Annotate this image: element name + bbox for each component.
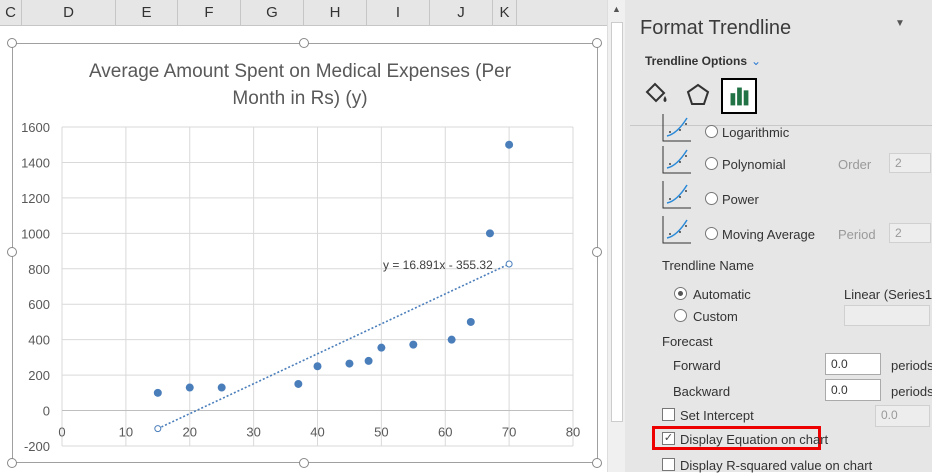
backward-label: Backward (673, 384, 731, 399)
resize-handle[interactable] (7, 458, 17, 468)
trend-param-label: Order (838, 157, 872, 172)
display-r-squared-checkbox[interactable] (662, 458, 675, 471)
chevron-down-icon: ⌄ (751, 54, 762, 68)
resize-handle[interactable] (592, 247, 602, 257)
trendline-options-bar-chart-icon[interactable] (721, 78, 757, 114)
column-header-C[interactable]: C (0, 0, 22, 26)
intercept-input[interactable]: 0.0 (875, 405, 930, 427)
forward-label: Forward (673, 358, 721, 373)
backward-periods-label: periods (891, 384, 932, 399)
trend-type-label: Moving Average (722, 227, 815, 242)
resize-handle[interactable] (7, 38, 17, 48)
trend-param-spinner[interactable]: 2 (889, 223, 931, 243)
scroll-thumb[interactable] (611, 22, 623, 422)
forecast-label: Forecast (662, 334, 713, 349)
scroll-up-icon[interactable]: ▲ (608, 0, 625, 18)
column-header-F[interactable]: F (178, 0, 241, 26)
options-label: Trendline Options (645, 54, 748, 68)
power-trend-icon (662, 181, 691, 209)
display-equation-label: Display Equation on chart (680, 432, 829, 447)
column-header-G[interactable]: G (241, 0, 304, 26)
effects-pentagon-icon[interactable] (681, 78, 715, 112)
forward-input[interactable]: 0.0 (825, 353, 881, 375)
resize-handle[interactable] (592, 458, 602, 468)
automatic-label: Automatic (693, 287, 751, 302)
forward-periods-label: periods (891, 358, 932, 373)
set-intercept-label: Set Intercept (680, 408, 754, 423)
trend-type-radio[interactable] (705, 125, 718, 138)
resize-handle[interactable] (299, 458, 309, 468)
polynomial-trend-icon (662, 146, 691, 174)
custom-label: Custom (693, 309, 738, 324)
resize-handle[interactable] (299, 38, 309, 48)
display-r-squared-label: Display R-squared value on chart (680, 458, 873, 473)
trend-type-label: Power (722, 192, 759, 207)
spreadsheet: CDEFGHIJK Average Amount Spent on Medica… (0, 0, 607, 472)
backward-input[interactable]: 0.0 (825, 379, 881, 401)
column-header-I[interactable]: I (367, 0, 430, 26)
automatic-radio[interactable] (674, 287, 687, 300)
set-intercept-checkbox[interactable] (662, 408, 675, 421)
trendline-options-dropdown[interactable]: Trendline Options ⌄ (645, 54, 761, 68)
trend-type-radio[interactable] (705, 192, 718, 205)
moving-average-trend-icon (662, 216, 691, 244)
format-trendline-pane: Format Trendline ▼ Trendline Options ⌄ Lo… (625, 0, 932, 473)
trend-type-label: Polynomial (722, 157, 786, 172)
custom-radio[interactable] (674, 309, 687, 322)
pane-title: Format Trendline (640, 17, 792, 39)
pane-menu-icon[interactable]: ▼ (895, 18, 905, 29)
resize-handle[interactable] (7, 247, 17, 257)
column-header-K[interactable]: K (493, 0, 517, 26)
column-headers: CDEFGHIJK (0, 0, 607, 26)
column-header-H[interactable]: H (304, 0, 367, 26)
trend-type-label: Logarithmic (722, 125, 790, 140)
trend-type-radio[interactable] (705, 157, 718, 170)
column-header-D[interactable]: D (22, 0, 116, 26)
column-header-E[interactable]: E (116, 0, 178, 26)
display-equation-checkbox[interactable]: ✓ (662, 432, 675, 445)
fill-line-icon[interactable] (639, 78, 673, 112)
trend-param-label: Period (838, 227, 876, 242)
trend-type-radio[interactable] (705, 227, 718, 240)
trendline-name-label: Trendline Name (662, 258, 755, 273)
logarithmic-trend-icon (662, 114, 691, 142)
vertical-scrollbar[interactable]: ▲ (607, 0, 625, 472)
automatic-name-value: Linear (Series1) (844, 287, 932, 302)
column-header-J[interactable]: J (430, 0, 493, 26)
custom-name-input[interactable] (844, 305, 930, 326)
resize-handle[interactable] (592, 38, 602, 48)
chart-title[interactable]: Average Amount Spent on Medical Expenses… (60, 58, 540, 112)
trend-param-spinner[interactable]: 2 (889, 153, 931, 173)
